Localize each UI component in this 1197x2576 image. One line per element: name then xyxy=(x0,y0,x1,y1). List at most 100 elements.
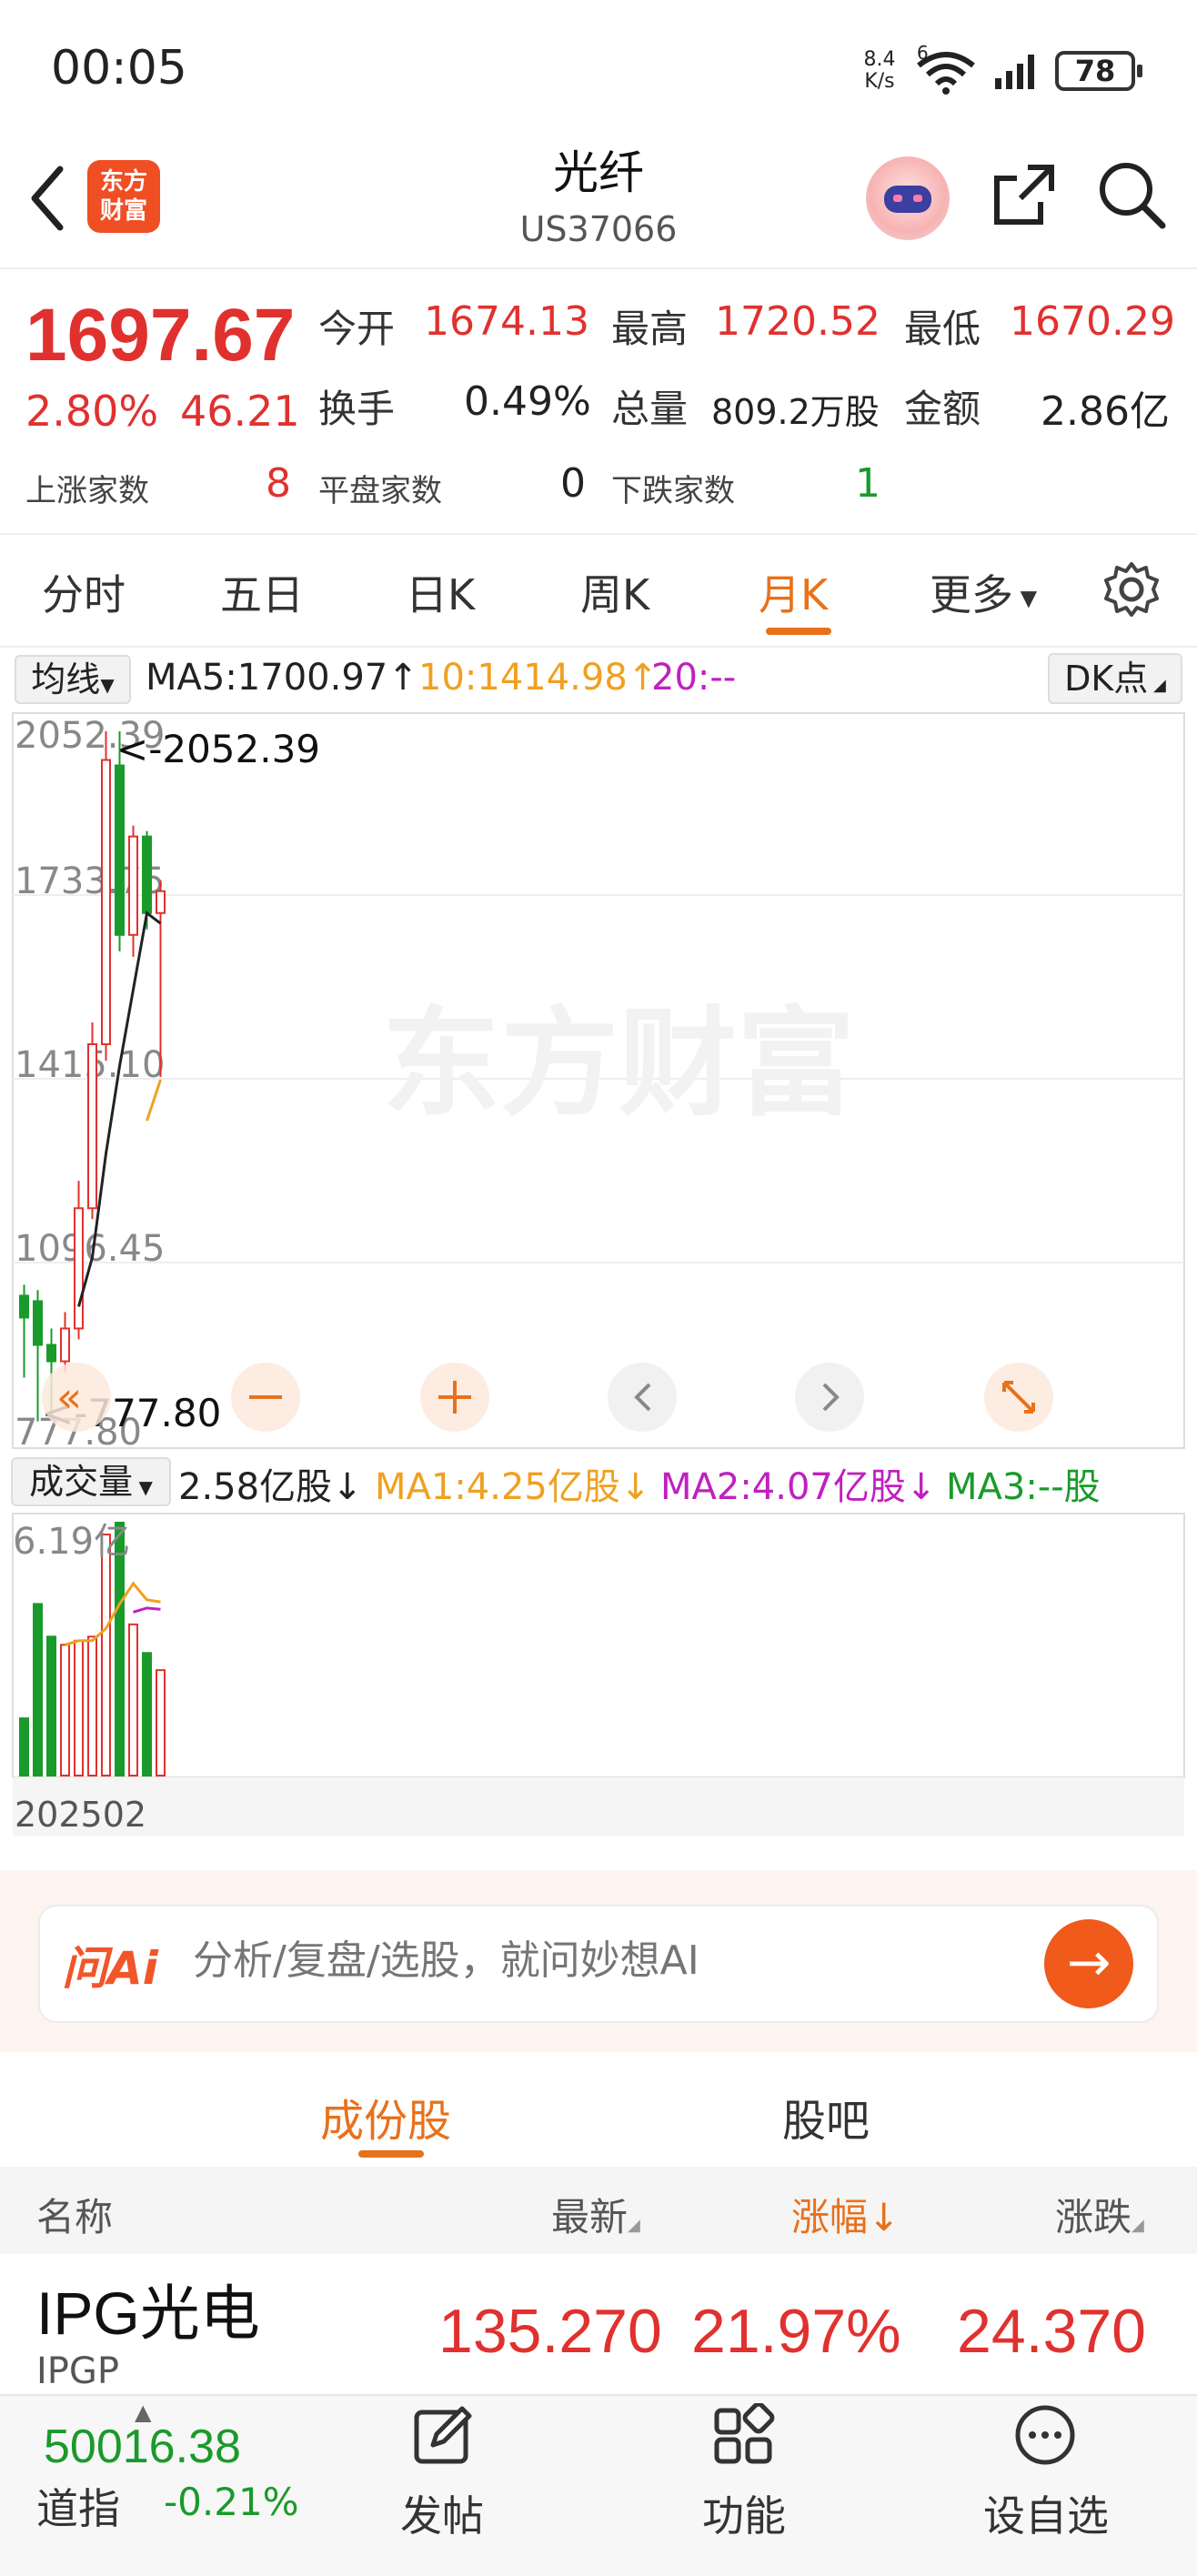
double-chevron-left-icon: « xyxy=(56,1373,82,1422)
column-change-pct[interactable]: 涨幅↓ xyxy=(791,2187,900,2242)
row-change-pct: 21.97% xyxy=(691,2297,901,2366)
tab-more[interactable]: 更多 ▼ xyxy=(930,562,1037,622)
volume-max-tick: 6.19亿 xyxy=(13,1521,130,1563)
volume-ma1: MA1:4.25亿股↓ xyxy=(375,1466,651,1508)
dk-point-toggle[interactable]: DK点 ◢ xyxy=(1048,653,1182,704)
amount-value: 2.86亿 xyxy=(1041,388,1170,435)
turnover-value: 0.49% xyxy=(464,378,591,425)
candle-body xyxy=(87,1042,97,1210)
next-candle-button[interactable] xyxy=(795,1363,864,1432)
fall-count-label: 下跌家数 xyxy=(611,473,735,509)
scroll-left-button[interactable]: « xyxy=(42,1363,111,1432)
tab-constituents[interactable]: 成份股 xyxy=(320,2085,451,2148)
volume-ma2: MA2:4.07亿股↓ xyxy=(660,1466,937,1508)
date-label: 202502 xyxy=(15,1795,146,1835)
low-value: 1670.29 xyxy=(1010,298,1175,345)
turnover-label: 换手 xyxy=(318,387,396,431)
fall-count: 1 xyxy=(855,460,880,507)
volume-bar xyxy=(142,1652,152,1777)
volume-selector[interactable]: 成交量 ▼ xyxy=(11,1457,171,1506)
more-icon xyxy=(1015,2405,1075,2465)
ma20-value: 20:-- xyxy=(651,657,737,699)
search-icon[interactable] xyxy=(1095,158,1168,231)
watermark: 东方财富 xyxy=(382,994,855,1132)
open-value: 1674.13 xyxy=(424,298,589,345)
nav-functions[interactable]: 功能 xyxy=(653,2483,835,2543)
prev-candle-button[interactable] xyxy=(608,1363,677,1432)
volume-current: 2.58亿股↓ xyxy=(178,1466,363,1508)
high-label: 最高 xyxy=(611,307,689,351)
candle-body xyxy=(156,890,166,914)
caret-down-icon: ▼ xyxy=(1013,585,1038,611)
tab-weekly-k[interactable]: 周K xyxy=(580,562,649,622)
last-price: 1697.67 xyxy=(25,294,296,377)
volume-value: 809.2万股 xyxy=(711,392,880,432)
kline-chart[interactable]: 东方财富 2052.39 1733.75 1415.10 1096.45 777… xyxy=(0,711,1197,1867)
candle-body xyxy=(46,1343,56,1363)
volume-bar xyxy=(87,1635,97,1777)
amount-label: 金额 xyxy=(904,387,981,431)
high-value: 1720.52 xyxy=(715,298,880,345)
volume-panel xyxy=(12,1513,1185,1778)
ma-selector-label: 均线 xyxy=(31,659,101,699)
ma5-value: MA5:1700.97↑ xyxy=(146,657,418,699)
zoom-in-button[interactable] xyxy=(420,1363,489,1432)
volume-bar xyxy=(156,1669,166,1777)
status-time: 00:05 xyxy=(51,41,187,96)
volume-label: 总量 xyxy=(611,387,689,431)
column-name[interactable]: 名称 xyxy=(36,2187,113,2242)
gear-icon[interactable] xyxy=(1102,560,1161,619)
caret-down-icon: ▼ xyxy=(100,674,115,696)
ma-selector[interactable]: 均线▼ xyxy=(15,655,131,704)
app-logo[interactable]: 东方 财富 xyxy=(87,160,160,233)
fullscreen-button[interactable] xyxy=(984,1363,1053,1432)
volume-bar xyxy=(19,1717,29,1776)
sort-icon: ◢ xyxy=(628,2216,640,2235)
rise-count-label: 上涨家数 xyxy=(25,473,149,509)
volume-bar xyxy=(101,1534,111,1776)
index-value[interactable]: 50016.38 xyxy=(44,2420,241,2474)
signal-icon xyxy=(995,55,1034,89)
candle-body xyxy=(19,1294,29,1319)
column-change[interactable]: 涨跌◢ xyxy=(1055,2187,1144,2242)
ai-submit-button[interactable]: → xyxy=(1044,1919,1133,2008)
net-speed-unit: K/s xyxy=(864,70,895,93)
zoom-out-button[interactable] xyxy=(231,1363,300,1432)
volume-selector-label: 成交量 xyxy=(29,1462,134,1502)
candle-body xyxy=(33,1300,43,1346)
row-change: 24.370 xyxy=(957,2297,1146,2366)
nav-add-watchlist[interactable]: 设自选 xyxy=(955,2483,1137,2543)
active-tab-indicator xyxy=(358,2150,424,2158)
low-label: 最低 xyxy=(904,307,981,351)
column-latest[interactable]: 最新◢ xyxy=(551,2187,640,2242)
sort-icon: ◢ xyxy=(1132,2216,1144,2235)
open-label: 今开 xyxy=(318,307,396,351)
edit-icon xyxy=(414,2406,472,2464)
signal-type: 6 xyxy=(917,42,929,64)
row-stock-code: IPGP xyxy=(36,2350,120,2392)
row-stock-name: IPG光电 xyxy=(36,2279,260,2347)
back-icon[interactable] xyxy=(25,164,69,233)
tab-daily-k[interactable]: 日K xyxy=(406,562,475,622)
logo-text-bottom: 财富 xyxy=(99,197,147,225)
tab-five-day[interactable]: 五日 xyxy=(220,562,304,622)
candle-body xyxy=(60,1327,70,1363)
index-change-pct: -0.21% xyxy=(164,2480,299,2524)
tab-forum[interactable]: 股吧 xyxy=(782,2085,870,2148)
tab-more-label: 更多 xyxy=(930,570,1013,619)
robot-avatar-icon[interactable] xyxy=(866,156,950,240)
volume-ma3: MA3:--股 xyxy=(946,1466,1101,1508)
max-price-marker: <-2052.39 xyxy=(116,727,320,771)
volume-bar xyxy=(74,1639,84,1776)
share-icon[interactable] xyxy=(990,160,1059,229)
page-title: 光纤 xyxy=(553,146,644,199)
ai-query-input[interactable] xyxy=(193,1937,1011,1984)
volume-bar xyxy=(60,1644,70,1776)
tab-monthly-k[interactable]: 月K xyxy=(759,562,828,622)
nav-post[interactable]: 发帖 xyxy=(351,2483,533,2543)
tab-intraday[interactable]: 分时 xyxy=(42,562,126,622)
net-speed-value: 8.4 xyxy=(863,48,896,71)
column-change-label: 涨跌 xyxy=(1055,2195,1132,2239)
volume-bar xyxy=(46,1635,56,1777)
volume-bar xyxy=(33,1603,43,1776)
